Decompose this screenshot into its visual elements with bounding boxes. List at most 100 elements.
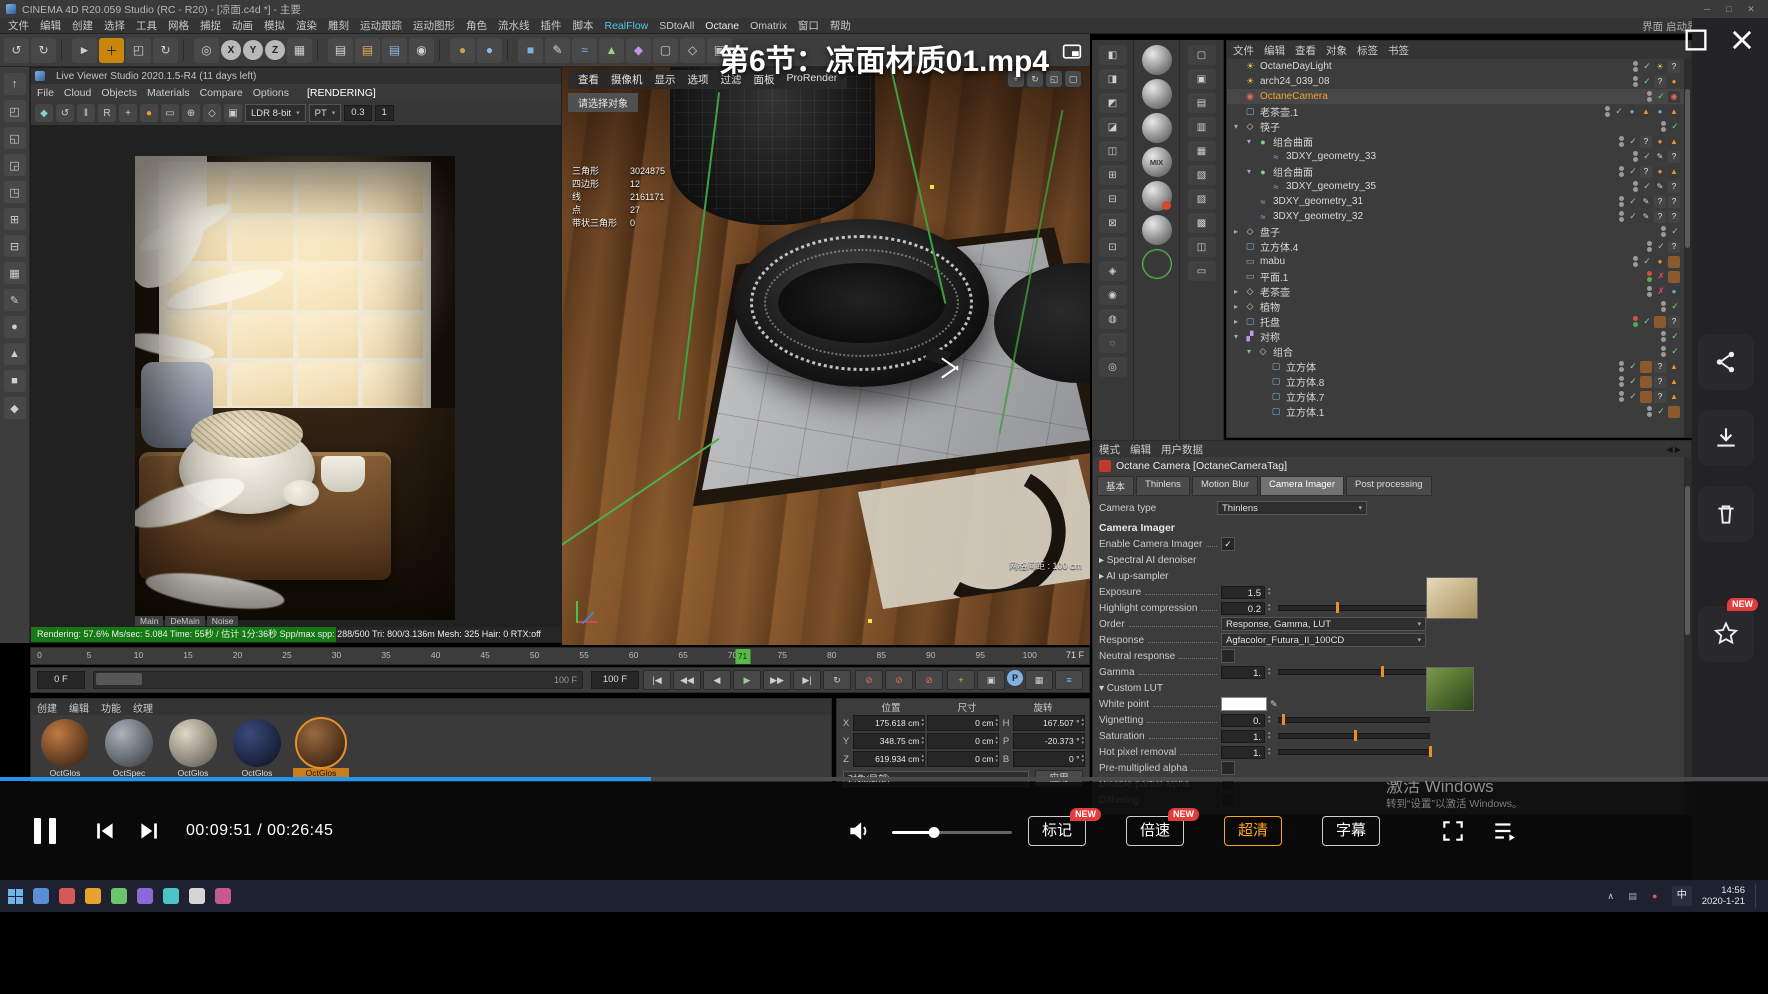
object-row[interactable]: ☀OctaneDayLight✓☀? bbox=[1227, 59, 1684, 74]
menu-item-用户数据[interactable]: 用户数据 bbox=[1161, 442, 1203, 457]
pen-tag-icon[interactable]: ✎ bbox=[1654, 151, 1666, 163]
visibility-dots[interactable] bbox=[1619, 211, 1624, 222]
toolbar-icon-button[interactable]: ⊟ bbox=[1099, 189, 1127, 209]
material-thumbnail[interactable] bbox=[105, 719, 153, 767]
coordinate-field[interactable]: 0 cm▴▾ bbox=[927, 715, 999, 731]
toolbar-icon-button[interactable]: ► bbox=[72, 38, 97, 63]
menu-item-网格[interactable]: 网格 bbox=[168, 18, 189, 33]
toolbar-icon-button[interactable]: ✎ bbox=[4, 289, 26, 311]
power-slider-handle[interactable] bbox=[96, 673, 142, 685]
tri-tag-icon[interactable]: ▲ bbox=[1668, 391, 1680, 403]
toolbar-icon-button[interactable]: ▭ bbox=[161, 104, 179, 122]
sun-tag-icon[interactable]: ☀ bbox=[1654, 61, 1666, 73]
coordinate-field[interactable]: -20.373 °▴▾ bbox=[1013, 733, 1085, 749]
toolbar-icon-button[interactable]: ● bbox=[1648, 889, 1662, 903]
menu-item-创建[interactable]: 创建 bbox=[72, 18, 93, 33]
eyedropper-icon[interactable]: ✎ bbox=[1270, 699, 1278, 710]
web-fullscreen-icon[interactable] bbox=[1682, 26, 1710, 54]
toolbar-icon-button[interactable]: ▭ bbox=[1188, 261, 1216, 281]
close-player-icon[interactable] bbox=[1728, 26, 1756, 54]
toolbar-icon-button[interactable]: ⊕ bbox=[182, 104, 200, 122]
favorite-star-button[interactable]: NEW bbox=[1698, 606, 1754, 662]
toolbar-icon-button[interactable]: ◫ bbox=[1188, 237, 1216, 257]
material-ball-icon[interactable] bbox=[1142, 45, 1172, 75]
attribute-manager-scrollbar[interactable] bbox=[1684, 457, 1691, 814]
tab-基本[interactable]: 基本 bbox=[1097, 476, 1134, 496]
checkbox-neutral[interactable] bbox=[1221, 649, 1235, 663]
taskbar-app-icon[interactable] bbox=[163, 888, 179, 904]
q-tag-icon[interactable]: ? bbox=[1640, 136, 1652, 148]
material-ball-icon[interactable] bbox=[1142, 181, 1172, 211]
menu-item-选择[interactable]: 选择 bbox=[104, 18, 125, 33]
enable-check-icon[interactable]: ✗ bbox=[1656, 271, 1666, 282]
visibility-dots[interactable] bbox=[1633, 76, 1638, 87]
q-tag-icon[interactable]: ? bbox=[1668, 316, 1680, 328]
render-pass-tab-DeMain[interactable]: DeMain bbox=[165, 616, 204, 626]
enable-check-icon[interactable]: ✓ bbox=[1670, 331, 1680, 342]
material-item[interactable]: OctGlos bbox=[165, 719, 221, 779]
menu-item-书签[interactable]: 书签 bbox=[1388, 43, 1409, 58]
material-ball-icon[interactable] bbox=[1142, 215, 1172, 245]
visibility-dots[interactable] bbox=[1633, 151, 1638, 162]
visibility-dots[interactable] bbox=[1619, 376, 1624, 387]
material-ball-icon[interactable] bbox=[1142, 249, 1172, 279]
material-thumbnail[interactable] bbox=[297, 719, 345, 767]
object-row[interactable]: ◉OctaneCamera✓◉ bbox=[1227, 89, 1684, 104]
toolbar-icon-button[interactable]: ▦ bbox=[4, 262, 26, 284]
c4d-viewport[interactable]: 查看摄像机显示选项过滤面板ProRender +↻◱▢ 请选择对象 三角形302… bbox=[562, 67, 1090, 645]
volume-knob[interactable] bbox=[929, 827, 940, 838]
visibility-dots[interactable] bbox=[1633, 61, 1638, 72]
menu-item-帮助[interactable]: 帮助 bbox=[830, 18, 851, 33]
menu-item-Objects[interactable]: Objects bbox=[101, 87, 137, 99]
toolbar-icon-button[interactable]: ▶▶ bbox=[763, 670, 791, 690]
menu-item-文件[interactable]: 文件 bbox=[1233, 43, 1254, 58]
toolbar-icon-button[interactable]: ▩ bbox=[1188, 213, 1216, 233]
toolbar-icon-button[interactable]: + bbox=[119, 104, 137, 122]
toolbar-icon-button[interactable]: ◉ bbox=[409, 38, 434, 63]
q-tag-icon[interactable]: ? bbox=[1654, 211, 1666, 223]
toolbar-icon-button[interactable]: ⊘ bbox=[915, 670, 943, 690]
kernel-dropdown[interactable]: PT▾ bbox=[309, 104, 342, 122]
menu-item-对象[interactable]: 对象 bbox=[1326, 43, 1347, 58]
object-row[interactable]: ▢立方体.7✓?▲ bbox=[1227, 389, 1684, 404]
menu-item-运动图形[interactable]: 运动图形 bbox=[413, 18, 455, 33]
param-group-denoiser[interactable]: ▸ Spectral AI denoiser bbox=[1099, 555, 1196, 566]
material-thumbnail[interactable] bbox=[233, 719, 281, 767]
menu-item-角色[interactable]: 角色 bbox=[466, 18, 487, 33]
taskbar-app-icon[interactable] bbox=[85, 888, 101, 904]
menu-item-窗口[interactable]: 窗口 bbox=[798, 18, 819, 33]
tri-tag-icon[interactable]: ▲ bbox=[1640, 106, 1652, 118]
coordinate-field[interactable]: 348.75 cm▴▾ bbox=[853, 733, 925, 749]
toolbar-icon-button[interactable]: ◲ bbox=[4, 154, 26, 176]
slider-saturation[interactable] bbox=[1278, 733, 1430, 739]
visibility-dots[interactable] bbox=[1661, 121, 1666, 132]
minimize-icon[interactable]: ─ bbox=[1696, 4, 1718, 14]
slider-vignetting[interactable] bbox=[1278, 717, 1430, 723]
menu-item-模拟[interactable]: 模拟 bbox=[264, 18, 285, 33]
menu-item-雕刻[interactable]: 雕刻 bbox=[328, 18, 349, 33]
object-row[interactable]: ≈3DXY_geometry_31✓✎?? bbox=[1227, 194, 1684, 209]
color-swatch-whitepoint[interactable] bbox=[1221, 697, 1267, 711]
toolbar-icon-button[interactable]: ● bbox=[450, 38, 475, 63]
toolbar-icon-button[interactable]: ◈ bbox=[1099, 261, 1127, 281]
camera-type-dropdown[interactable]: Thinlens▾ bbox=[1217, 501, 1367, 515]
menu-item-创建[interactable]: 创建 bbox=[37, 700, 57, 715]
tab-Post processing[interactable]: Post processing bbox=[1346, 476, 1432, 496]
menu-item-查看[interactable]: 查看 bbox=[1295, 43, 1316, 58]
param-group-upsampler[interactable]: ▸ AI up-sampler bbox=[1099, 571, 1169, 582]
enable-check-icon[interactable]: ✓ bbox=[1642, 61, 1652, 72]
visibility-dots[interactable] bbox=[1605, 106, 1610, 117]
toolbar-icon-button[interactable]: ▧ bbox=[1188, 165, 1216, 185]
enable-check-icon[interactable]: ✓ bbox=[1628, 391, 1638, 402]
toolbar-icon-button[interactable]: ● bbox=[140, 104, 158, 122]
pen-tag-icon[interactable]: ✎ bbox=[1654, 181, 1666, 193]
toolbar-icon-button[interactable]: ▦ bbox=[287, 38, 312, 63]
menu-item-流水线[interactable]: 流水线 bbox=[498, 18, 530, 33]
player-button-标记[interactable]: 标记NEW bbox=[1028, 816, 1086, 846]
toolbar-icon-button[interactable]: ↑ bbox=[4, 73, 26, 95]
enable-check-icon[interactable]: ✓ bbox=[1642, 151, 1652, 162]
menu-item-编辑[interactable]: 编辑 bbox=[1264, 43, 1285, 58]
pause-button[interactable] bbox=[34, 818, 56, 844]
toolbar-icon-button[interactable]: ▦ bbox=[1188, 141, 1216, 161]
menu-item-摄像机[interactable]: 摄像机 bbox=[611, 72, 643, 87]
